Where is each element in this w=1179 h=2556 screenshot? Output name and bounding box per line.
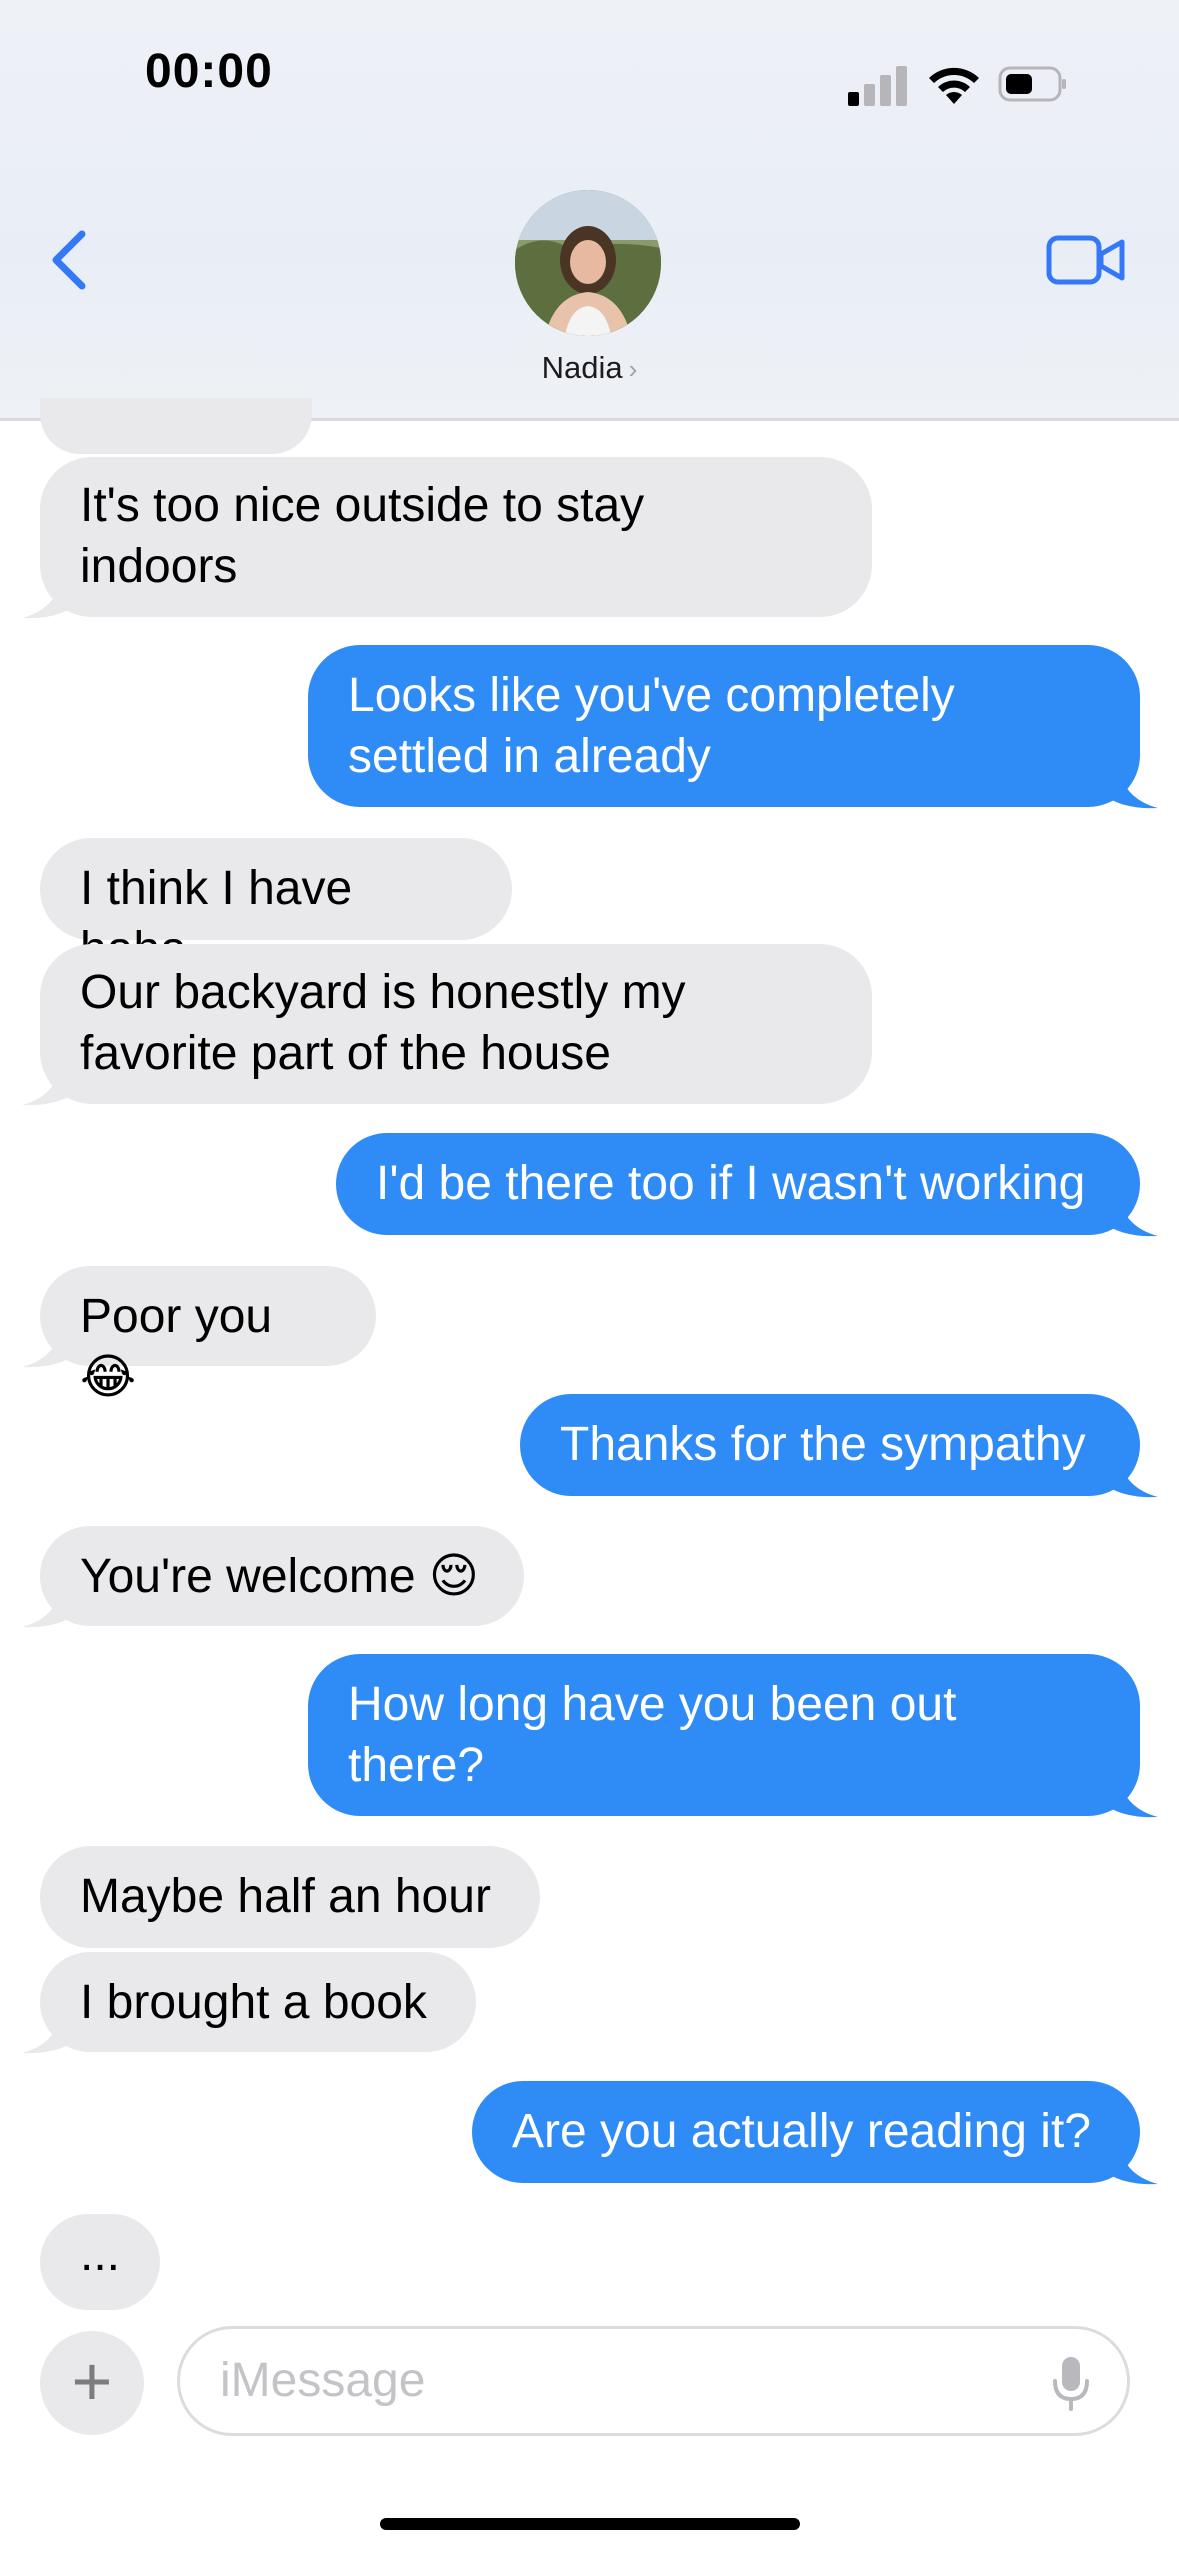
input-placeholder: iMessage <box>220 2354 426 2407</box>
bubble-tail <box>22 570 82 619</box>
message-line: It's too nice outside to stay <box>80 479 645 532</box>
microphone-icon[interactable] <box>1051 2355 1091 2413</box>
message-line: Are you actually reading it? <box>512 2105 1091 2158</box>
battery-icon <box>998 66 1066 102</box>
message-line: there? <box>348 1739 485 1792</box>
message-outgoing[interactable]: Thanks for the sympathy <box>520 1394 1140 1496</box>
message-incoming[interactable]: I brought a book <box>40 1952 476 2052</box>
message-line: Thanks for the sympathy <box>560 1418 1086 1471</box>
message-line: favorite part of the house <box>80 1027 611 1080</box>
bubble-tail <box>1098 1449 1158 1498</box>
message-line: Maybe half an hour <box>80 1870 491 1923</box>
bubble-tail <box>1098 2136 1158 2185</box>
message-outgoing[interactable]: How long have you been out there? <box>308 1654 1140 1816</box>
message-line: I'd be there too if I wasn't working <box>376 1157 1086 1210</box>
contact-name[interactable]: Nadia › <box>0 350 1179 386</box>
avatar-photo <box>515 190 661 336</box>
message-incoming[interactable]: Maybe half an hour <box>40 1846 540 1948</box>
message-incoming[interactable]: I think I have haha <box>40 838 512 976</box>
bubble-tail <box>22 1319 82 1368</box>
bubble-tail <box>22 2005 82 2054</box>
partial-message-bubble <box>40 398 312 454</box>
video-call-icon[interactable] <box>1046 232 1126 288</box>
typing-dots: ... <box>79 2228 120 2281</box>
bubble-tail <box>1098 1769 1158 1818</box>
message-line: Poor you 😂 <box>80 1290 273 1404</box>
imessage-input[interactable]: iMessage <box>177 2326 1130 2436</box>
message-outgoing[interactable]: Looks like you've completely settled in … <box>308 645 1140 807</box>
message-outgoing[interactable]: Are you actually reading it? <box>472 2081 1140 2183</box>
contact-avatar[interactable] <box>515 190 661 336</box>
message-line: indoors <box>80 540 238 593</box>
typing-indicator: ... <box>40 2214 160 2310</box>
message-line: Looks like you've completely <box>348 669 955 722</box>
chevron-right-icon: › <box>628 354 638 384</box>
message-line: You're welcome 😌 <box>80 1550 479 1603</box>
message-line: I brought a book <box>80 1976 427 2029</box>
message-incoming[interactable]: It's too nice outside to stay indoors <box>40 457 872 617</box>
message-line: Our backyard is honestly my <box>80 966 686 1019</box>
message-incoming[interactable]: Our backyard is honestly my favorite par… <box>40 944 872 1104</box>
conversation-header: 00:00 Nadia › <box>0 0 1179 421</box>
signal-icon <box>848 62 908 106</box>
message-incoming[interactable]: You're welcome 😌 <box>40 1526 524 1626</box>
bubble-tail <box>1098 1188 1158 1237</box>
message-incoming[interactable]: Poor you 😂 <box>40 1266 376 1404</box>
bubble-tail <box>22 1057 82 1106</box>
bubble-tail <box>22 1579 82 1628</box>
status-time: 00:00 <box>145 45 273 98</box>
home-indicator[interactable] <box>380 2518 800 2530</box>
bubble-tail <box>1098 760 1158 809</box>
contact-name-label: Nadia <box>541 350 623 385</box>
message-line: How long have you been out <box>348 1678 957 1731</box>
message-outgoing[interactable]: I'd be there too if I wasn't working <box>336 1133 1140 1235</box>
back-chevron-icon[interactable] <box>40 220 100 300</box>
wifi-icon <box>929 67 979 104</box>
plus-icon[interactable]: + <box>40 2331 144 2435</box>
message-line: settled in already <box>348 730 711 783</box>
